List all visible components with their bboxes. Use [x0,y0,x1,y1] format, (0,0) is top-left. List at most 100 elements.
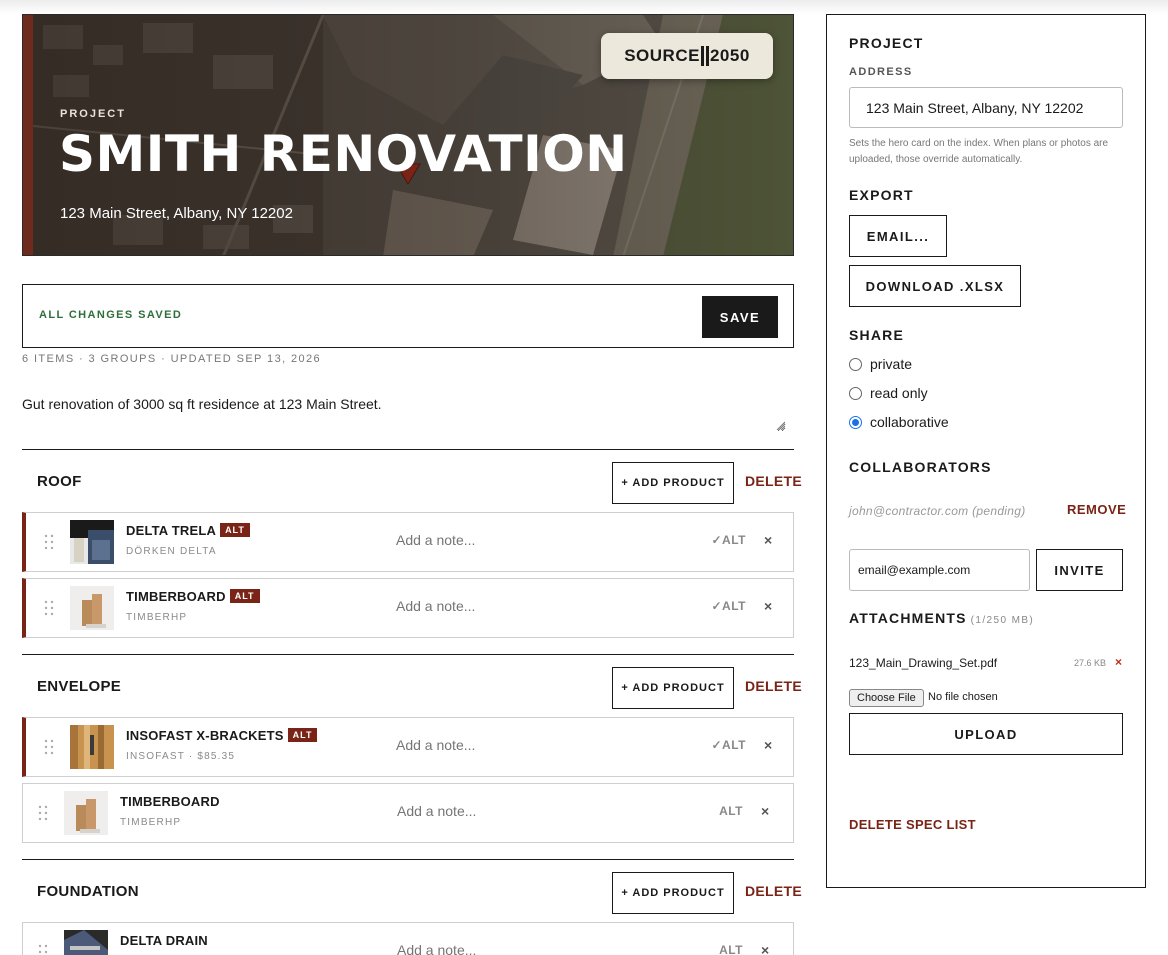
group-roof: ROOF + ADD PRODUCT DELETE [22,449,802,504]
attachment-file-name[interactable]: 123_Main_Drawing_Set.pdf [849,656,997,670]
settings-sidebar: PROJECT ADDRESS Sets the hero card on th… [826,14,1146,888]
brand-logo-right: 2050 [709,46,750,65]
no-file-chosen: No file chosen [928,691,998,703]
product-name: DELTA DRAIN [120,933,208,948]
drag-handle-icon[interactable] [44,534,54,550]
address-input[interactable] [849,87,1123,128]
address-hint: Sets the hero card on the index. When pl… [849,138,1109,165]
note-input[interactable] [397,942,677,955]
share-option-collaborative[interactable]: collaborative [849,414,949,430]
alt-badge: ALT [229,589,260,603]
save-button[interactable]: SAVE [702,296,778,338]
delete-group-button[interactable]: DELETE [745,473,802,489]
product-thumbnail [70,725,114,769]
upload-button[interactable]: UPLOAD [849,713,1123,755]
note-input[interactable] [396,532,676,548]
alt-badge: ALT [220,523,250,537]
product-name: INSOFAST X-BRACKETS ALT [126,728,318,743]
product-manufacturer: TIMBERHP [126,612,188,623]
save-status-bar: ALL CHANGES SAVED SAVE [22,284,794,348]
add-product-button[interactable]: + ADD PRODUCT [612,462,734,504]
note-input[interactable] [396,737,676,753]
download-xlsx-button[interactable]: DOWNLOAD .XLSX [849,265,1021,307]
product-name: DELTA TRELA ALT [126,523,250,538]
remove-item-button[interactable]: × [761,942,769,955]
product-name: TIMBERBOARD ALT [126,589,260,604]
alt-toggle[interactable]: ✓ALT [706,738,746,752]
remove-collaborator-button[interactable]: REMOVE [1067,502,1126,517]
remove-item-button[interactable]: × [764,532,772,548]
product-manufacturer: INSOFAST · $85.35 [126,751,236,762]
alt-toggle[interactable]: ✓ALT [706,599,746,613]
product-manufacturer: TIMBERHP [120,817,182,828]
resize-handle-icon[interactable] [775,420,785,430]
alt-badge: ALT [287,728,318,742]
share-option-private[interactable]: private [849,356,912,372]
product-row: TIMBERBOARD TIMBERHP ALT × [22,783,794,843]
list-meta: 6 ITEMS · 3 GROUPS · UPDATED SEP 13, 202… [22,353,322,365]
alt-toggle[interactable]: ✓ALT [706,533,746,547]
attachments-usage: (1/250 MB) [970,615,1035,626]
remove-attachment-button[interactable]: × [1115,655,1122,669]
email-export-button[interactable]: EMAIL... [849,215,947,257]
radio-button-selected[interactable] [849,415,862,429]
saved-status: ALL CHANGES SAVED [39,309,183,321]
choose-file-button[interactable]: Choose File [849,689,924,707]
attachments-heading: ATTACHMENTS (1/250 MB) [849,610,1035,626]
hero-kicker: PROJECT [60,108,126,120]
hero-card: PROJECT SMITH RENOVATION 123 Main Street… [22,14,794,256]
invite-button[interactable]: INVITE [1036,549,1123,591]
note-input[interactable] [396,598,676,614]
drag-handle-icon[interactable] [44,739,54,755]
product-manufacturer: DÖRKEN DELTA [126,546,217,557]
brand-bar [705,46,709,66]
project-title: SMITH RENOVATION [59,125,628,183]
brand-logo: SOURCE 2050 [601,33,773,79]
brand-logo-left: SOURCE [624,46,700,65]
delete-group-button[interactable]: DELETE [745,678,802,694]
product-thumbnail [64,930,108,955]
note-input[interactable] [397,803,677,819]
group-envelope: ENVELOPE + ADD PRODUCT DELETE [22,654,802,709]
alt-toggle[interactable]: ALT [703,804,743,818]
address-label: ADDRESS [849,66,913,78]
drag-handle-icon[interactable] [38,805,48,821]
brand-bar [700,46,704,66]
hero-accent-bar [23,15,33,255]
attachment-file-size: 27.6 KB [1074,658,1107,668]
add-product-button[interactable]: + ADD PRODUCT [612,872,734,914]
delete-group-button[interactable]: DELETE [745,883,802,899]
delete-spec-list-button[interactable]: DELETE SPEC LIST [849,817,976,832]
invite-email-input[interactable] [849,549,1030,591]
drag-handle-icon[interactable] [44,600,54,616]
group-foundation: FOUNDATION + ADD PRODUCT DELETE [22,859,802,914]
alt-toggle[interactable]: ALT [703,943,743,955]
radio-button[interactable] [849,386,862,400]
product-thumbnail [70,520,114,564]
add-product-button[interactable]: + ADD PRODUCT [612,667,734,709]
remove-item-button[interactable]: × [764,598,772,614]
description-textarea[interactable]: Gut renovation of 3000 sq ft residence a… [22,396,786,432]
project-heading: PROJECT [849,35,924,51]
product-row: INSOFAST X-BRACKETS ALT INSOFAST · $85.35… [22,717,794,777]
radio-button[interactable] [849,357,862,371]
product-row: TIMBERBOARDALT TIMBERHP ✓ALT × [22,578,794,638]
remove-item-button[interactable]: × [761,803,769,819]
product-row: DELTA DRAIN ALT × [22,922,794,955]
collaborators-heading: COLLABORATORS [849,459,992,475]
remove-item-button[interactable]: × [764,737,772,753]
product-row: DELTA TRELAALT DÖRKEN DELTA ✓ALT × [22,512,794,572]
group-title: FOUNDATION [37,883,139,900]
export-heading: EXPORT [849,187,914,203]
product-thumbnail [70,586,114,630]
top-shadow [0,0,1168,14]
group-title: ENVELOPE [37,678,122,695]
collaborator-entry: john@contractor.com (pending) [849,504,1026,518]
share-heading: SHARE [849,327,905,343]
group-title: ROOF [37,473,82,490]
product-name: TIMBERBOARD [120,794,220,809]
project-address: 123 Main Street, Albany, NY 12202 [60,205,293,222]
drag-handle-icon[interactable] [38,944,48,955]
share-option-read-only[interactable]: read only [849,385,928,401]
product-thumbnail [64,791,108,835]
